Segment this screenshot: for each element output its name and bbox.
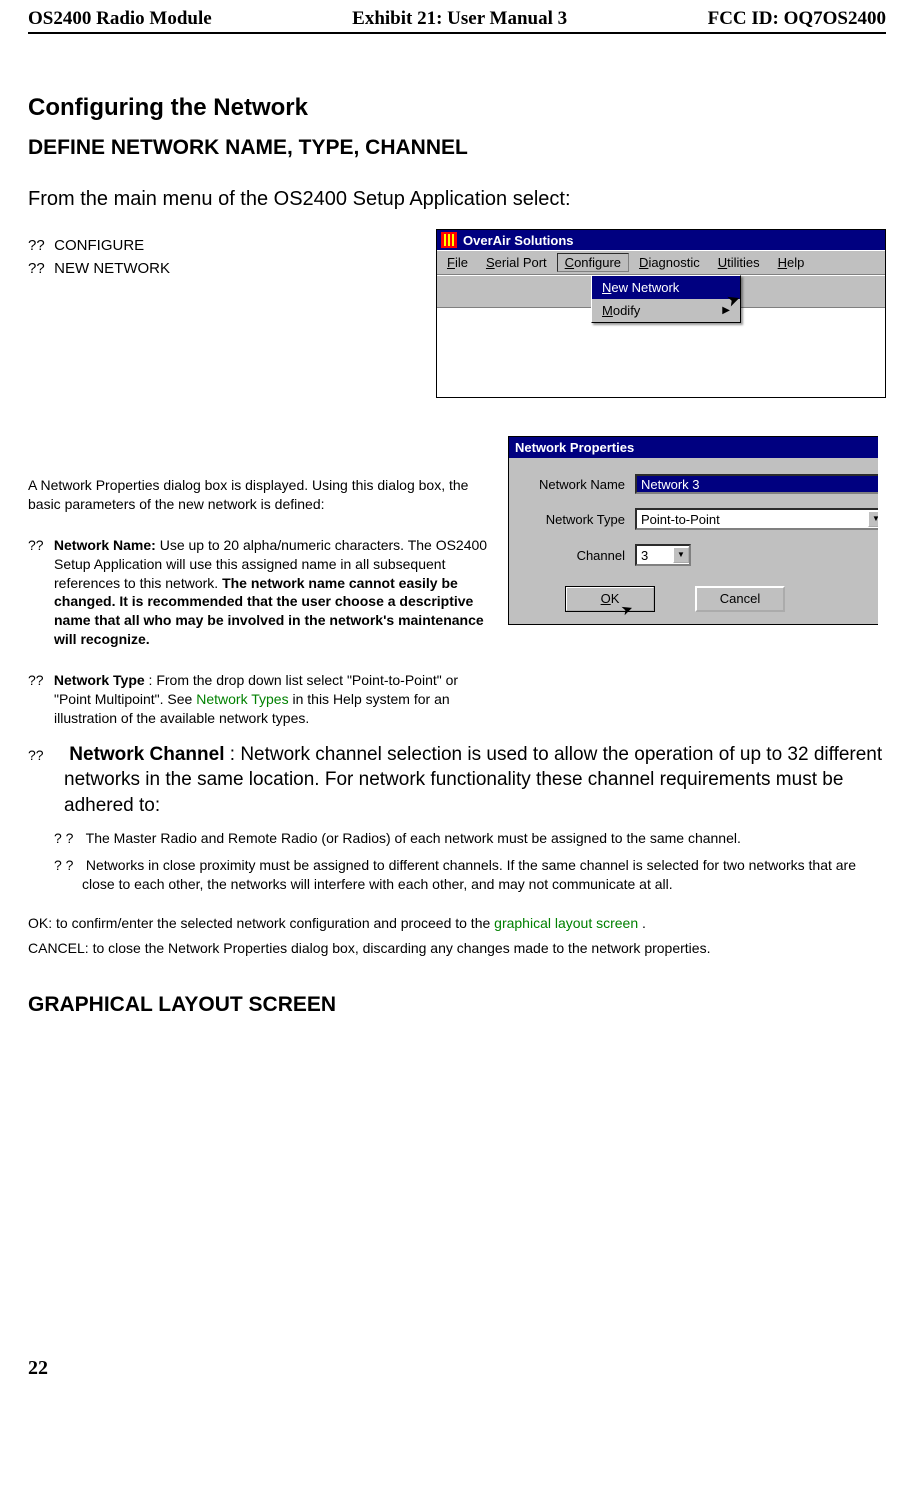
row-network-type: Network Type Point-to-Point ▼ xyxy=(515,508,878,530)
bullet-icon: ?? xyxy=(28,237,50,254)
menu-serial-port[interactable]: Serial Port xyxy=(478,253,555,272)
bullet-icon: ? ? xyxy=(54,856,82,875)
menu-utilities[interactable]: Utilities xyxy=(710,253,768,272)
step-configure: ?? CONFIGURE xyxy=(50,237,426,254)
app-window: OverAir Solutions File Serial Port Confi… xyxy=(436,229,886,398)
network-properties-dialog: Network Properties Network Name Network … xyxy=(508,436,878,625)
ok-text-a: OK: to confirm/enter the selected networ… xyxy=(28,915,494,931)
menubar: File Serial Port Configure Diagnostic Ut… xyxy=(437,250,885,275)
bullet-icon: ?? xyxy=(28,671,50,690)
menu-file[interactable]: File xyxy=(439,253,476,272)
dropdown-new-network[interactable]: New Network xyxy=(592,276,740,299)
select-network-type[interactable]: Point-to-Point ▼ xyxy=(635,508,878,530)
ok-line: OK: to confirm/enter the selected networ… xyxy=(28,913,886,934)
step-new-network: ?? NEW NETWORK xyxy=(50,260,426,277)
menu-help[interactable]: Help xyxy=(770,253,813,272)
graphical-layout-screen-heading: GRAPHICAL LAYOUT SCREEN xyxy=(28,993,886,1017)
menu-file-rest: ile xyxy=(455,255,468,270)
label-channel: Channel xyxy=(515,548,635,563)
network-channel-label: Network Channel xyxy=(69,744,224,765)
toolbar-area: New Network Modify ▶ ➤ xyxy=(437,275,885,307)
dropdown-arrow-icon[interactable]: ▼ xyxy=(868,511,878,527)
app-titlebar: OverAir Solutions xyxy=(437,230,885,250)
select-channel-value: 3 xyxy=(641,548,648,563)
page-header: OS2400 Radio Module Exhibit 21: User Man… xyxy=(28,8,886,34)
app-title: OverAir Solutions xyxy=(463,233,574,248)
steps-and-menu-row: ?? CONFIGURE ?? NEW NETWORK OverAir Solu… xyxy=(28,229,886,398)
page-number: 22 xyxy=(28,1357,886,1380)
subhead-define: DEFINE NETWORK NAME, TYPE, CHANNEL xyxy=(28,136,886,160)
dialog-button-row: OK ➤ Cancel xyxy=(515,580,878,614)
bullet-icon: ?? xyxy=(28,746,64,765)
properties-intro: A Network Properties dialog box is displ… xyxy=(28,476,498,514)
step-configure-label: CONFIGURE xyxy=(54,237,144,254)
dropdown-modify[interactable]: Modify ▶ xyxy=(592,299,740,322)
network-properties-screenshot: Network Properties Network Name Network … xyxy=(508,416,878,625)
bullet-icon: ?? xyxy=(28,536,50,555)
bullet-icon: ?? xyxy=(28,260,50,277)
sub-bullet-b-text: Networks in close proximity must be assi… xyxy=(82,857,856,892)
cancel-line: CANCEL: to close the Network Properties … xyxy=(28,938,886,959)
label-network-name: Network Name xyxy=(515,477,635,492)
configure-dropdown: New Network Modify ▶ xyxy=(591,275,741,323)
menu-diagnostic[interactable]: Diagnostic xyxy=(631,253,708,272)
row-channel: Channel 3 ▼ xyxy=(515,544,878,566)
network-type-block: ?? Network Type : From the drop down lis… xyxy=(28,671,498,728)
mouse-cursor-icon: ➤ xyxy=(618,597,637,622)
header-center: Exhibit 21: User Manual 3 xyxy=(352,8,567,30)
sub-bullet-b: ? ? Networks in close proximity must be … xyxy=(82,856,886,894)
dialog-titlebar: Network Properties xyxy=(509,437,878,458)
channel-sub-bullets: ? ? The Master Radio and Remote Radio (o… xyxy=(28,829,886,894)
step-new-network-label: NEW NETWORK xyxy=(54,260,170,277)
menu-configure[interactable]: Configure xyxy=(557,253,629,272)
bullet-icon: ? ? xyxy=(54,829,82,848)
select-channel[interactable]: 3 ▼ xyxy=(635,544,691,566)
label-network-type: Network Type xyxy=(515,512,635,527)
cancel-button[interactable]: Cancel xyxy=(695,586,785,612)
menu-screenshot: OverAir Solutions File Serial Port Confi… xyxy=(436,229,886,398)
input-network-name[interactable]: Network 3 xyxy=(635,474,878,494)
intro-line: From the main menu of the OS2400 Setup A… xyxy=(28,188,886,211)
graphical-layout-link[interactable]: graphical layout screen xyxy=(494,915,638,931)
app-logo-icon xyxy=(441,232,457,248)
dialog-body: Network Name Network 3 Network Type Poin… xyxy=(509,458,878,624)
properties-text-column: A Network Properties dialog box is displ… xyxy=(28,416,498,728)
ok-text-b: . xyxy=(642,915,646,931)
network-name-block: ?? Network Name: Use up to 20 alpha/nume… xyxy=(28,536,498,649)
row-network-name: Network Name Network 3 xyxy=(515,474,878,494)
dropdown-arrow-icon[interactable]: ▼ xyxy=(673,547,689,563)
header-left: OS2400 Radio Module xyxy=(28,8,212,30)
steps-column: ?? CONFIGURE ?? NEW NETWORK xyxy=(28,229,426,398)
network-name-label: Network Name: xyxy=(54,537,156,553)
sub-bullet-a: ? ? The Master Radio and Remote Radio (o… xyxy=(82,829,886,848)
sub-bullet-a-text: The Master Radio and Remote Radio (or Ra… xyxy=(86,830,741,846)
ok-cancel-block: OK: to confirm/enter the selected networ… xyxy=(28,913,886,959)
section-title: Configuring the Network xyxy=(28,94,886,122)
select-network-type-value: Point-to-Point xyxy=(641,512,720,527)
ok-button[interactable]: OK ➤ xyxy=(565,586,655,612)
network-type-label: Network Type xyxy=(54,672,145,688)
properties-row: A Network Properties dialog box is displ… xyxy=(28,416,886,728)
network-types-link[interactable]: Network Types xyxy=(196,691,288,707)
header-right: FCC ID: OQ7OS2400 xyxy=(708,8,886,30)
network-channel-block: ?? Network Channel : Network channel sel… xyxy=(28,742,886,819)
